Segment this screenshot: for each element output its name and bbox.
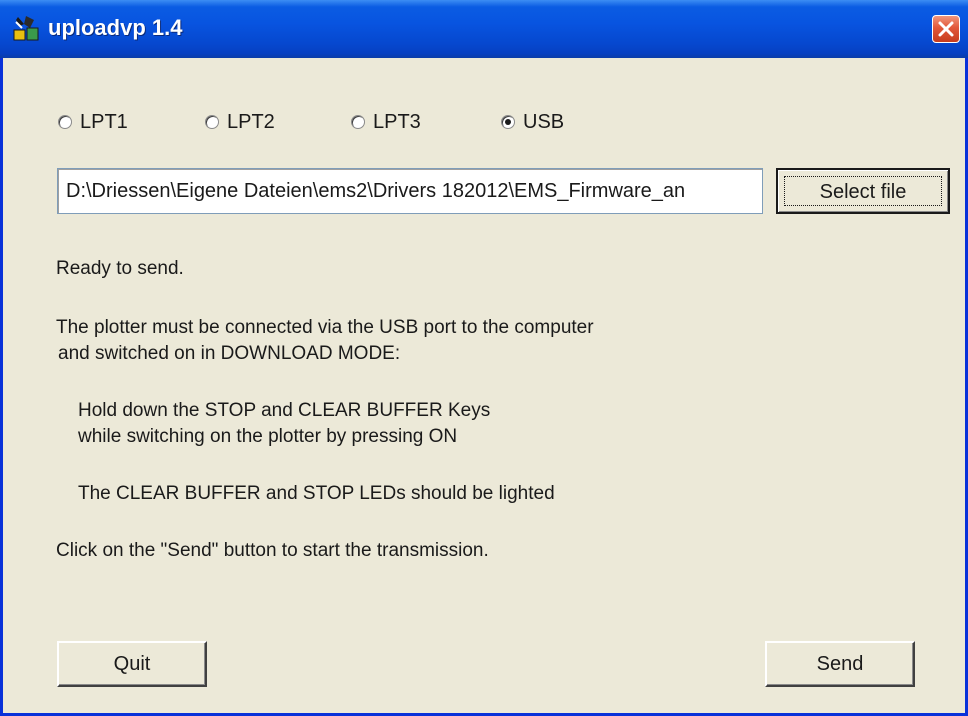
close-button[interactable] [932, 15, 960, 43]
radio-label-usb: USB [523, 110, 565, 133]
app-window: uploadvp 1.4 LPT1 LPT2 LPT3 USB Select f… [0, 0, 968, 716]
instruction-line-1: The plotter must be connected via the US… [56, 317, 594, 338]
radio-label-lpt1: LPT1 [80, 110, 128, 133]
radio-button-lpt1[interactable] [58, 115, 72, 129]
radio-label-lpt2: LPT2 [227, 110, 275, 133]
radio-usb[interactable]: USB [501, 107, 564, 137]
title-bar[interactable]: uploadvp 1.4 [0, 0, 968, 58]
window-title: uploadvp 1.4 [48, 15, 183, 40]
select-file-button[interactable]: Select file [776, 168, 950, 214]
status-text: Ready to send. [56, 258, 184, 279]
instruction-line-5: The CLEAR BUFFER and STOP LEDs should be… [78, 483, 555, 504]
radio-button-lpt2[interactable] [205, 115, 219, 129]
send-button[interactable]: Send [765, 641, 915, 687]
app-icon [12, 14, 40, 42]
radio-label-lpt3: LPT3 [373, 110, 421, 133]
radio-button-lpt3[interactable] [351, 115, 365, 129]
instruction-line-2: and switched on in DOWNLOAD MODE: [58, 343, 401, 364]
file-path-input[interactable] [57, 168, 763, 214]
radio-lpt2[interactable]: LPT2 [205, 107, 275, 137]
port-radio-group: LPT1 LPT2 LPT3 USB [58, 107, 618, 137]
radio-lpt3[interactable]: LPT3 [351, 107, 421, 137]
quit-button[interactable]: Quit [57, 641, 207, 687]
radio-button-usb[interactable] [501, 115, 515, 129]
instruction-line-4: while switching on the plotter by pressi… [78, 426, 458, 447]
instruction-line-6: Click on the "Send" button to start the … [56, 540, 489, 561]
select-file-label: Select file [784, 176, 942, 206]
instruction-line-3: Hold down the STOP and CLEAR BUFFER Keys [78, 400, 491, 421]
close-icon [938, 21, 954, 37]
radio-lpt1[interactable]: LPT1 [58, 107, 128, 137]
